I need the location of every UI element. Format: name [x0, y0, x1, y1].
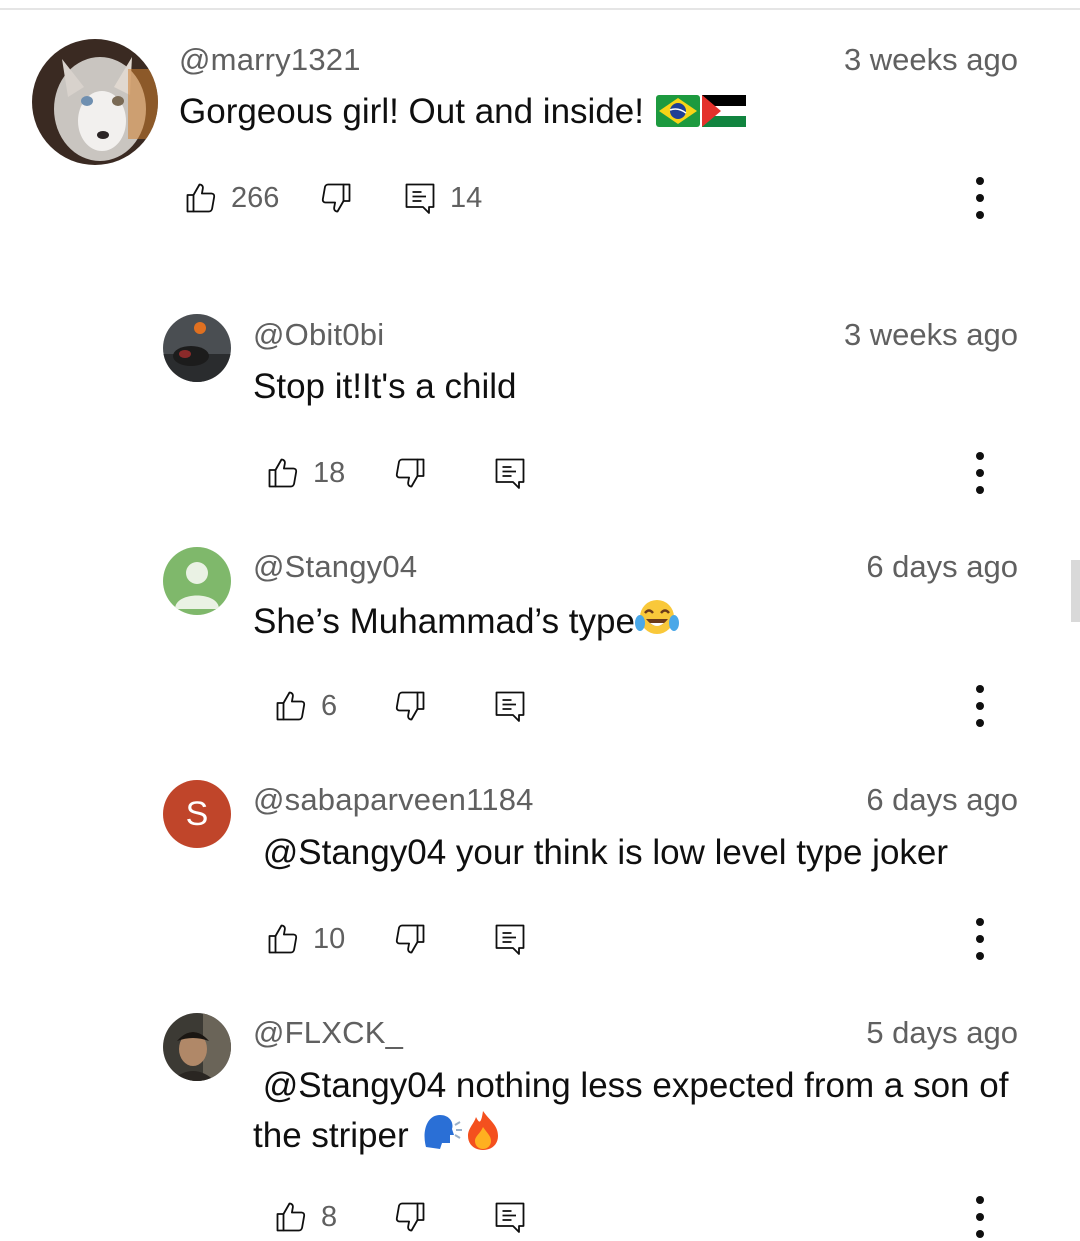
comment-text: She’s Muhammad’s type [253, 597, 679, 649]
more-vert-icon [976, 1196, 984, 1238]
avatar[interactable] [32, 39, 158, 165]
comment-reply-icon [495, 458, 525, 489]
comment-author[interactable]: @sabaparveen1184 [253, 782, 534, 818]
reply-button[interactable] [492, 915, 528, 963]
avatar[interactable] [163, 1013, 231, 1081]
reply-button[interactable]: 14 [402, 174, 482, 222]
thumb-up-icon [268, 924, 298, 954]
comment-text: Gorgeous girl! Out and inside! [179, 89, 746, 139]
top-divider [0, 8, 1080, 10]
like-count: 6 [321, 689, 338, 722]
more-options-button[interactable] [962, 1193, 998, 1241]
speaking-head-emoji [420, 1111, 463, 1163]
comment-text: @Stangy04 your think is low level type j… [253, 833, 949, 872]
comment-text-content: She’s Muhammad’s type [253, 602, 635, 641]
more-vert-icon [976, 177, 984, 219]
thumb-down-icon [395, 691, 425, 721]
tears-of-joy-emoji [634, 597, 679, 649]
avatar[interactable] [163, 314, 231, 382]
palestine-flag-emoji [701, 93, 746, 139]
dislike-button[interactable] [318, 174, 354, 222]
thumb-up-icon [268, 458, 298, 488]
thumb-up-icon [186, 183, 216, 213]
more-options-button[interactable] [962, 915, 998, 963]
comment-actions: 18 [0, 449, 1080, 497]
scrollbar-thumb[interactable] [1071, 560, 1080, 622]
thumb-down-icon [395, 1202, 425, 1232]
comment-text: @Stangy04 nothing less expected from a s… [253, 1063, 1013, 1163]
thumb-down-icon [395, 924, 425, 954]
comment-text: Stop it!It's a child [253, 367, 517, 406]
like-button[interactable]: 8 [273, 1193, 337, 1241]
more-options-button[interactable] [962, 682, 998, 730]
comment-timestamp: 5 days ago [866, 1015, 1018, 1050]
comment-author[interactable]: @marry1321 [179, 42, 361, 78]
comment-actions: 8 [0, 1193, 1080, 1241]
comment-timestamp: 3 weeks ago [843, 317, 1018, 352]
more-vert-icon [976, 685, 984, 727]
thumb-up-icon [276, 691, 306, 721]
thumb-down-icon [395, 458, 425, 488]
dislike-button[interactable] [392, 682, 428, 730]
like-count: 8 [321, 1200, 338, 1233]
comment-timestamp: 3 weeks ago [843, 42, 1018, 77]
brazil-flag-emoji [655, 93, 700, 139]
comment-actions: 10 [0, 915, 1080, 963]
like-button[interactable]: 18 [265, 449, 345, 497]
comment-reply-icon [495, 1202, 525, 1233]
like-button[interactable]: 6 [273, 682, 337, 730]
reply-button[interactable] [492, 1193, 528, 1241]
comment-timestamp: 6 days ago [866, 549, 1018, 584]
reply-button[interactable] [492, 449, 528, 497]
reply-count: 14 [450, 181, 483, 214]
avatar[interactable] [163, 547, 231, 615]
comment-actions: 6 [0, 682, 1080, 730]
more-vert-icon [976, 918, 984, 960]
like-count: 10 [313, 922, 346, 955]
dislike-button[interactable] [392, 1193, 428, 1241]
comment-reply-icon [405, 183, 435, 214]
comment-text-content: @Stangy04 nothing less expected from a s… [253, 1066, 1019, 1155]
comment-author[interactable]: @FLXCK_ [253, 1015, 403, 1051]
like-button[interactable]: 10 [265, 915, 345, 963]
comment-text-content: Gorgeous girl! Out and inside! [179, 92, 654, 131]
more-vert-icon [976, 452, 984, 494]
comment-author[interactable]: @Obit0bi [253, 317, 384, 353]
comment-actions: 266 14 [0, 174, 1080, 222]
avatar-letter: S [185, 794, 209, 833]
thumb-down-icon [321, 183, 351, 213]
comment-timestamp: 6 days ago [866, 782, 1018, 817]
comment-reply-icon [495, 691, 525, 722]
avatar[interactable]: S [163, 780, 231, 848]
like-button[interactable]: 266 [183, 174, 279, 222]
more-options-button[interactable] [962, 174, 998, 222]
dislike-button[interactable] [392, 449, 428, 497]
reply-button[interactable] [492, 682, 528, 730]
fire-emoji [464, 1109, 502, 1163]
more-options-button[interactable] [962, 449, 998, 497]
comment-reply-icon [495, 924, 525, 955]
comment-author[interactable]: @Stangy04 [253, 549, 417, 585]
dislike-button[interactable] [392, 915, 428, 963]
thumb-up-icon [276, 1202, 306, 1232]
like-count: 266 [231, 181, 280, 214]
like-count: 18 [313, 456, 346, 489]
